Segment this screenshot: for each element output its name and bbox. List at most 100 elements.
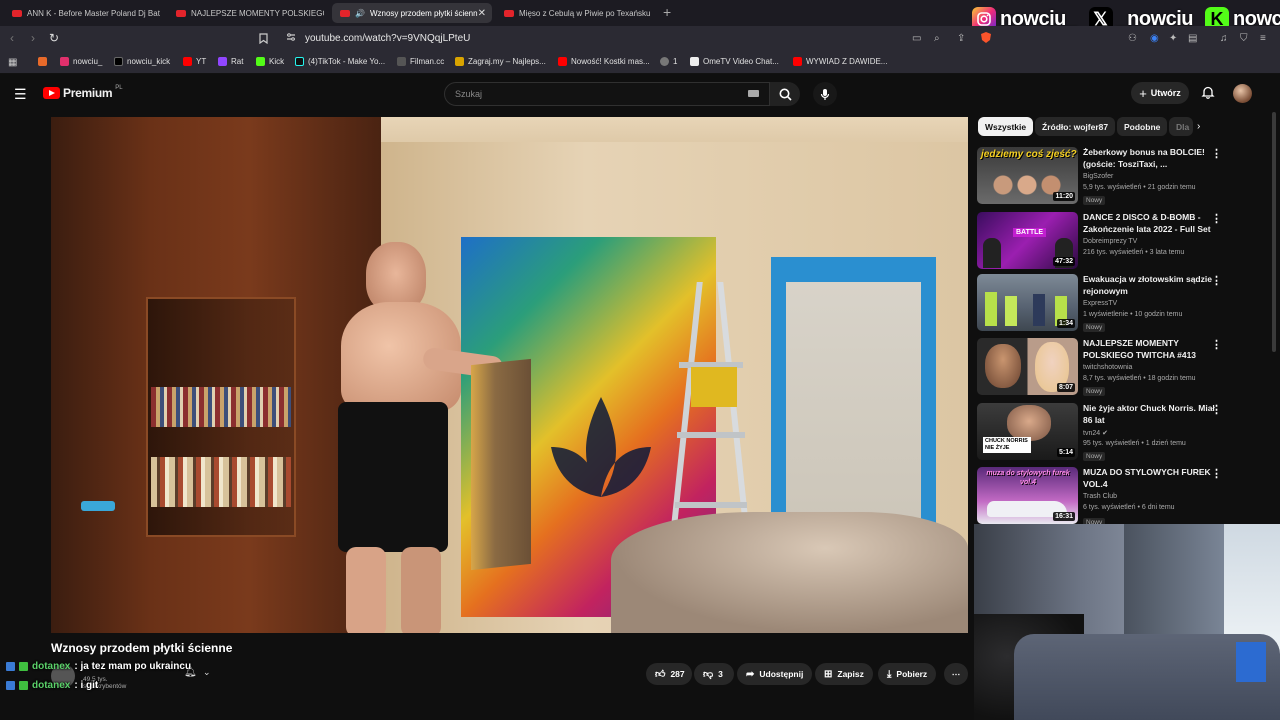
bookmark-icon[interactable] bbox=[259, 33, 268, 47]
video-title[interactable]: Żeberkowy bonus na BOLCIE! (goście: Tosz… bbox=[1083, 147, 1223, 170]
video-thumbnail[interactable]: 8:07 bbox=[977, 338, 1078, 395]
video-title[interactable]: Nie żyje aktor Chuck Norris. Miał 86 lat bbox=[1083, 403, 1223, 426]
shield-icon[interactable]: ⛉ bbox=[1240, 33, 1248, 44]
video-title[interactable]: Ewakuacja w złotowskim sądzie rejonowym bbox=[1083, 274, 1223, 297]
video-thumbnail[interactable]: CHUCK NORRIS NIE ŻYJE 5:14 bbox=[977, 403, 1078, 460]
create-button[interactable]: + Utwórz bbox=[1131, 82, 1189, 104]
save-button[interactable]: ⊞ Zapisz bbox=[815, 663, 873, 685]
bookmark-item[interactable]: Kick bbox=[256, 57, 284, 66]
share-button[interactable]: ➦ Udostępnij bbox=[737, 663, 813, 685]
recommendation-item[interactable]: 8:07 NAJLEPSZE MOMENTY POLSKIEGO TWITCHA… bbox=[977, 338, 1272, 396]
chevron-right-icon[interactable]: › bbox=[1197, 121, 1200, 132]
thumbnail-text: BATTLE bbox=[1013, 228, 1047, 237]
bookmark-item[interactable]: Filman.cc bbox=[397, 57, 444, 66]
more-vertical-icon[interactable]: ⋮ bbox=[1211, 274, 1222, 287]
extensions-icon[interactable]: ✦ bbox=[1169, 33, 1177, 44]
chip-source[interactable]: Źródło: wojfer87 bbox=[1035, 117, 1116, 136]
voice-search-button[interactable] bbox=[813, 82, 837, 106]
avatar[interactable] bbox=[1233, 84, 1252, 103]
dislike-button[interactable]: 👎︎ 3 bbox=[694, 663, 734, 685]
video-title[interactable]: MUZA DO STYLOWYCH FUREK VOL.4 bbox=[1083, 467, 1223, 490]
more-vertical-icon[interactable]: ⋮ bbox=[1211, 403, 1222, 416]
bookmark-item[interactable]: OmeTV Video Chat... bbox=[690, 57, 779, 66]
video-thumbnail[interactable]: jedziemy coś zjeść? 11:20 bbox=[977, 147, 1078, 204]
bookmark-item[interactable]: (4)TikTok - Make Yo... bbox=[295, 57, 385, 66]
like-button[interactable]: 👍︎ 287 bbox=[646, 663, 692, 685]
channel-name[interactable]: BigSzofer bbox=[1083, 173, 1113, 180]
video-thumbnail[interactable]: BATTLE 47:32 bbox=[977, 212, 1078, 269]
channel-name[interactable]: Dobreimprezy TV bbox=[1083, 238, 1137, 245]
channel-name[interactable]: tvn24 ✔ bbox=[1083, 429, 1108, 437]
chip-for-you[interactable]: Dla bbox=[1169, 117, 1193, 136]
brave-shield-icon[interactable] bbox=[980, 31, 992, 47]
search-button[interactable] bbox=[770, 82, 800, 106]
bookmark-item[interactable] bbox=[38, 57, 47, 66]
youtube-icon bbox=[793, 57, 802, 66]
video-thumbnail[interactable]: 1:34 bbox=[977, 274, 1078, 331]
browser-tab[interactable]: ANN K - Before Master Poland Dj Bat bbox=[4, 3, 164, 23]
browser-tab[interactable]: NAJLEPSZE MOMENTY POLSKIEGO T bbox=[168, 3, 324, 23]
bookmark-item[interactable]: Rat bbox=[218, 57, 243, 66]
chip-all[interactable]: Wszystkie bbox=[978, 117, 1034, 136]
youtube-premium-logo[interactable]: Premium PL bbox=[43, 85, 123, 100]
reload-icon[interactable]: ↻ bbox=[49, 31, 59, 45]
bookmark-item[interactable]: Nowość! Kostki mas... bbox=[558, 57, 650, 66]
recommendation-item[interactable]: 1:34 Ewakuacja w złotowskim sądzie rejon… bbox=[977, 274, 1272, 332]
search-input[interactable] bbox=[444, 82, 770, 106]
bookmark-item[interactable]: YT bbox=[183, 57, 206, 66]
screen-icon[interactable]: ▭ bbox=[912, 33, 921, 44]
recommendation-item[interactable]: muza do stylowych furek vol.4 16:31 MUZA… bbox=[977, 467, 1272, 527]
bookmark-item[interactable]: 1 bbox=[660, 57, 677, 66]
bookmark-item[interactable]: nowciu_ bbox=[60, 57, 102, 66]
wallet-icon[interactable]: ◉ bbox=[1150, 33, 1159, 44]
share-icon[interactable]: ⇪ bbox=[957, 33, 965, 44]
recommendation-item[interactable]: BATTLE 47:32 DANCE 2 DISCO & D-BOMB - Za… bbox=[977, 212, 1272, 270]
ometv-icon bbox=[690, 57, 699, 66]
site-info-icon[interactable] bbox=[286, 32, 296, 45]
keyboard-icon[interactable] bbox=[748, 90, 759, 97]
back-icon[interactable]: ‹ bbox=[10, 31, 14, 45]
hamburger-menu-icon[interactable]: ☰ bbox=[14, 86, 27, 103]
new-tab-button[interactable]: + bbox=[663, 4, 671, 20]
browser-tab[interactable]: Mięso z Cebulą w Piwie po Texańsku bbox=[496, 3, 656, 23]
channel-name[interactable]: ExpressTV bbox=[1083, 300, 1117, 307]
url-field[interactable]: youtube.com/watch?v=9VNQqjLPteU bbox=[305, 33, 470, 44]
sidebar-scrollbar[interactable] bbox=[1272, 112, 1276, 352]
more-vertical-icon[interactable]: ⋮ bbox=[1211, 212, 1222, 225]
bookmark-item[interactable]: Zagraj.my – Najleps... bbox=[455, 57, 546, 66]
recommendation-item[interactable]: CHUCK NORRIS NIE ŻYJE 5:14 Nie żyje akto… bbox=[977, 403, 1272, 461]
music-icon[interactable]: ♫ bbox=[1220, 33, 1228, 44]
forward-icon[interactable]: › bbox=[31, 31, 35, 45]
more-vertical-icon[interactable]: ⋮ bbox=[1211, 467, 1222, 480]
video-duration: 8:07 bbox=[1056, 383, 1075, 392]
twitch-icon bbox=[218, 57, 227, 66]
download-label: Pobierz bbox=[896, 669, 928, 679]
menu-icon[interactable]: ≡ bbox=[1260, 33, 1266, 44]
more-vertical-icon[interactable]: ⋮ bbox=[1211, 338, 1222, 351]
browser-tab-active[interactable]: 🔊 Wznosy przodem płytki ścienn ✕ bbox=[332, 3, 492, 23]
notifications-bell-icon[interactable] bbox=[1201, 85, 1215, 99]
channel-name[interactable]: Trash Club bbox=[1083, 493, 1117, 500]
vpn-icon[interactable]: ⚇ bbox=[1128, 33, 1137, 44]
more-actions-button[interactable]: ⋯ bbox=[944, 663, 968, 685]
new-badge: Nowy bbox=[1083, 323, 1106, 332]
apps-grid-icon[interactable]: ▦ bbox=[8, 57, 17, 68]
recommendation-item[interactable]: jedziemy coś zjeść? 11:20 Żeberkowy bonu… bbox=[977, 147, 1272, 205]
bookmark-item[interactable]: WYWIAD Z DAWIDE... bbox=[793, 57, 887, 66]
tab-label: Wznosy przodem płytki ścienn bbox=[369, 8, 478, 18]
bookmark-item[interactable]: nowciu_kick bbox=[114, 57, 170, 66]
close-icon[interactable]: ✕ bbox=[478, 8, 486, 19]
microphone-icon bbox=[820, 88, 830, 100]
video-player[interactable] bbox=[51, 117, 968, 633]
chevron-down-icon[interactable]: ⌄ bbox=[203, 667, 211, 678]
video-title[interactable]: DANCE 2 DISCO & D-BOMB - Zakończenie lat… bbox=[1083, 212, 1223, 235]
more-vertical-icon[interactable]: ⋮ bbox=[1211, 147, 1222, 160]
sidebar-icon[interactable]: ▤ bbox=[1188, 33, 1197, 44]
channel-name[interactable]: twitchshotownia bbox=[1083, 364, 1132, 371]
download-button[interactable]: ⤓ Pobierz bbox=[878, 663, 937, 685]
zoom-icon[interactable]: ⌕ bbox=[934, 33, 940, 44]
chip-related[interactable]: Podobne bbox=[1117, 117, 1168, 136]
video-thumbnail[interactable]: muza do stylowych furek vol.4 16:31 bbox=[977, 467, 1078, 524]
webcam-overlay bbox=[974, 524, 1280, 720]
video-title[interactable]: NAJLEPSZE MOMENTY POLSKIEGO TWITCHA #413 bbox=[1083, 338, 1223, 361]
